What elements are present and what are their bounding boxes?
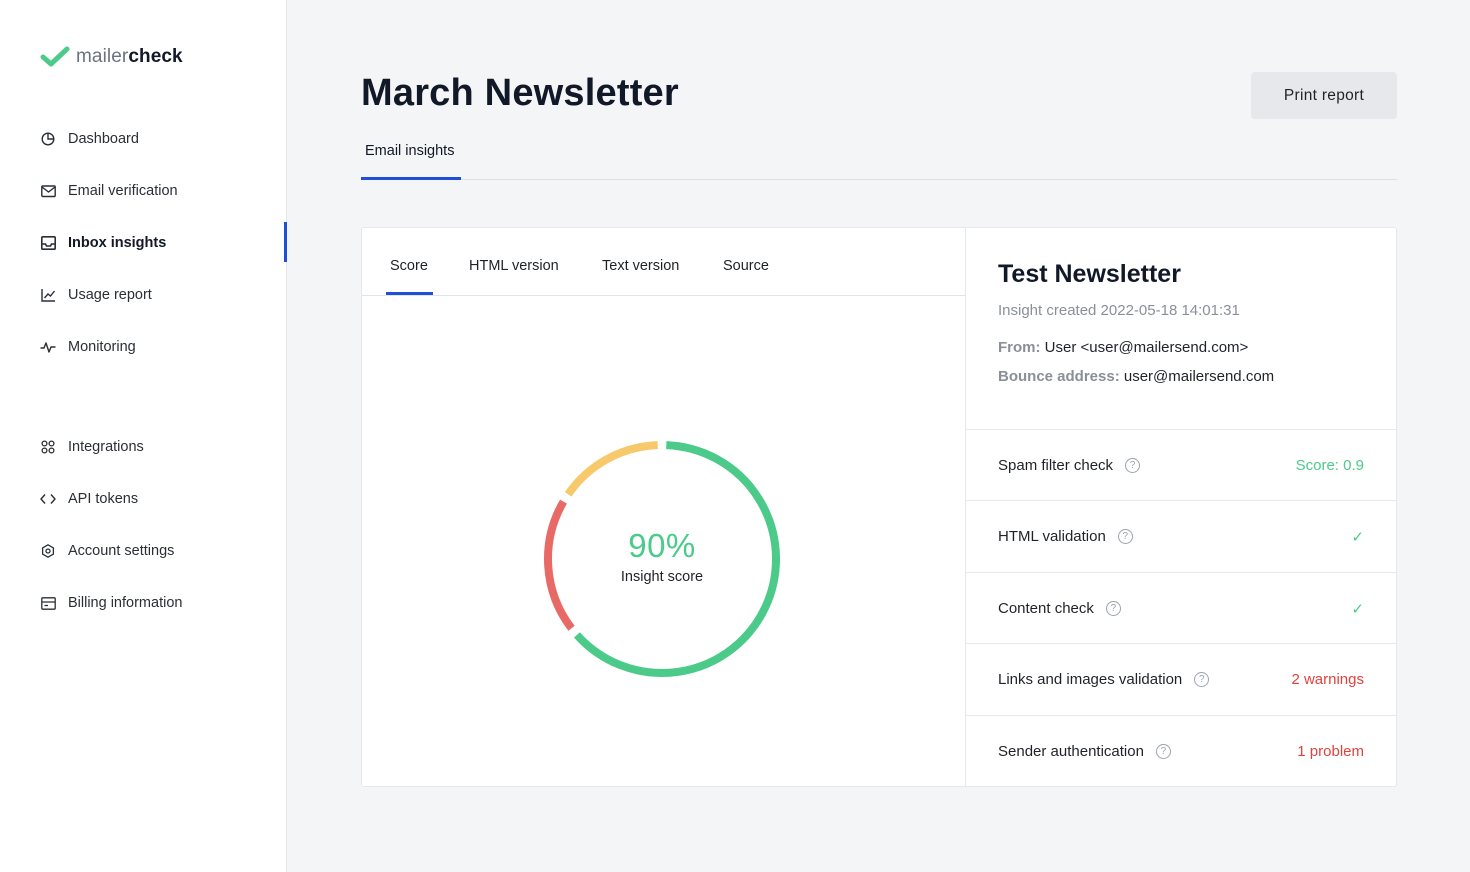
insight-card: Score HTML version Text version Source 9… [361, 227, 1397, 787]
code-icon [40, 491, 56, 507]
check-status: Score: 0.9 [1295, 457, 1364, 474]
bounce-label: Bounce address: [998, 368, 1120, 385]
sidebar-item-inbox-insights[interactable]: Inbox insights [40, 231, 270, 255]
checkmark-icon: ✓ [1351, 528, 1364, 546]
sub-tabs: Score HTML version Text version Source [362, 228, 965, 296]
tab-email-insights[interactable]: Email insights [361, 143, 454, 159]
sidebar-item-label: Account settings [68, 543, 175, 559]
help-icon[interactable]: ? [1125, 458, 1141, 473]
line-chart-icon [40, 287, 56, 303]
help-icon[interactable]: ? [1117, 529, 1133, 544]
from-row: From: User <user@mailersend.com> [998, 339, 1274, 356]
check-row-html-validation[interactable]: HTML validation ? ✓ [966, 500, 1396, 572]
tab-html-version[interactable]: HTML version [469, 258, 559, 274]
check-name: Sender authentication [998, 743, 1144, 760]
checkmark-icon: ✓ [1351, 600, 1364, 618]
active-tab-underline [361, 177, 461, 180]
insight-info: Test Newsletter Insight created 2022-05-… [998, 260, 1274, 385]
pie-chart-icon [40, 131, 56, 147]
sidebar-item-label: Monitoring [68, 339, 136, 355]
sidebar-item-api-tokens[interactable]: API tokens [40, 487, 270, 511]
billing-icon [40, 595, 56, 611]
active-subtab-underline [386, 292, 433, 295]
sidebar-item-billing-information[interactable]: Billing information [40, 591, 270, 615]
logo-text: mailercheck [76, 46, 183, 67]
sidebar-item-label: Email verification [68, 183, 178, 199]
sidebar: mailercheck Dashboard Email verification… [0, 0, 287, 872]
sidebar-item-label: Inbox insights [68, 235, 167, 251]
sidebar-item-label: Usage report [68, 287, 152, 303]
tab-text-version[interactable]: Text version [602, 258, 679, 274]
check-name: Content check [998, 600, 1094, 617]
sidebar-item-label: Dashboard [68, 131, 139, 147]
sidebar-item-dashboard[interactable]: Dashboard [40, 127, 270, 151]
check-row-links-images[interactable]: Links and images validation ? 2 warnings [966, 643, 1396, 715]
bounce-value: user@mailersend.com [1123, 368, 1275, 385]
page-title: March Newsletter [361, 72, 679, 114]
sidebar-item-account-settings[interactable]: Account settings [40, 539, 270, 563]
insight-title: Test Newsletter [998, 260, 1181, 288]
check-name: Spam filter check [998, 457, 1114, 474]
bounce-row: Bounce address: user@mailersend.com [998, 368, 1274, 385]
tab-score[interactable]: Score [390, 258, 428, 274]
sidebar-item-email-verification[interactable]: Email verification [40, 179, 270, 203]
inbox-icon [40, 235, 56, 251]
pulse-icon [40, 339, 56, 355]
score-panel: Score HTML version Text version Source 9… [362, 228, 966, 786]
tab-source[interactable]: Source [723, 258, 769, 274]
print-report-button[interactable]: Print report [1251, 72, 1397, 119]
check-name: Links and images validation [998, 671, 1183, 688]
sidebar-item-monitoring[interactable]: Monitoring [40, 335, 270, 359]
gear-icon [40, 543, 56, 559]
insight-created: Insight created 2022-05-18 14:01:31 [998, 302, 1240, 319]
score-label: Insight score [620, 569, 704, 585]
insight-details: Test Newsletter Insight created 2022-05-… [966, 228, 1396, 786]
check-row-sender-authentication[interactable]: Sender authentication ? 1 problem [966, 715, 1396, 787]
integrations-icon [40, 439, 56, 455]
from-label: From: [998, 339, 1041, 356]
help-icon[interactable]: ? [1155, 744, 1171, 759]
check-row-content-check[interactable]: Content check ? ✓ [966, 572, 1396, 644]
envelope-check-icon [40, 183, 56, 199]
help-icon[interactable]: ? [1105, 601, 1121, 616]
sidebar-item-label: Billing information [68, 595, 183, 611]
check-row-spam-filter[interactable]: Spam filter check ? Score: 0.9 [966, 429, 1396, 501]
score-value: 90% [628, 527, 696, 564]
tab-divider [361, 179, 1397, 180]
gauge-center: 90% Insight score [542, 439, 782, 679]
check-name: HTML validation [998, 528, 1106, 545]
sidebar-item-usage-report[interactable]: Usage report [40, 283, 270, 307]
sidebar-item-label: Integrations [68, 439, 144, 455]
sidebar-item-label: API tokens [68, 491, 139, 507]
check-status: 1 problem [1297, 743, 1364, 760]
from-value: User <user@mailersend.com> [1044, 339, 1249, 356]
checkmark-logo-icon [40, 46, 70, 67]
logo[interactable]: mailercheck [40, 46, 183, 68]
active-indicator [284, 222, 287, 262]
sidebar-item-integrations[interactable]: Integrations [40, 435, 270, 459]
check-status: 2 warnings [1291, 671, 1364, 688]
help-icon[interactable]: ? [1194, 672, 1210, 687]
